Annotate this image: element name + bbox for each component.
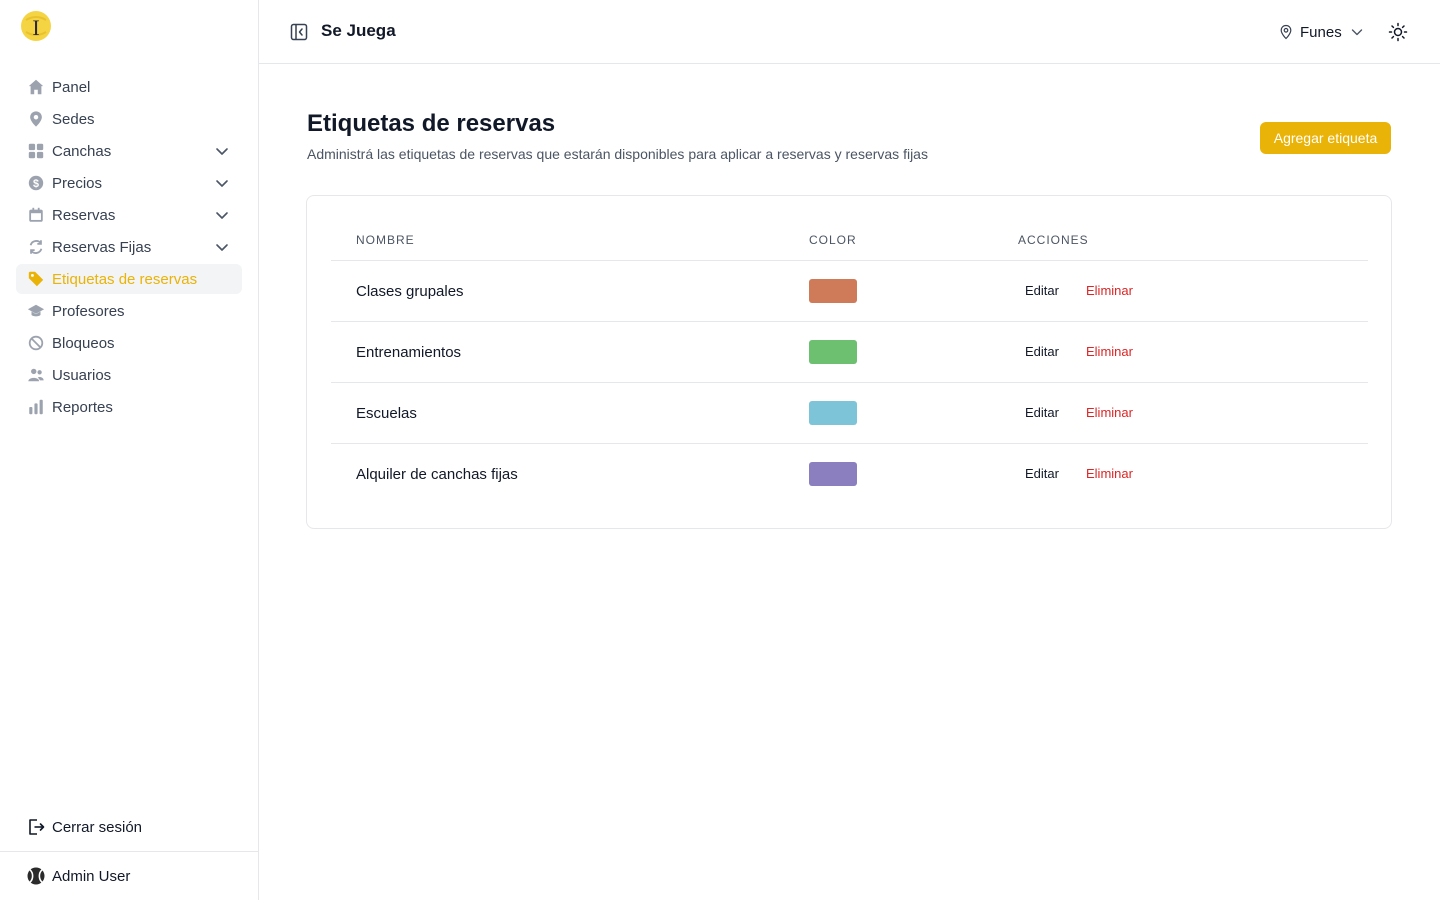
- edit-button[interactable]: Editar: [1025, 466, 1059, 481]
- sidebar-item-label: Profesores: [52, 302, 125, 320]
- color-swatch: [809, 340, 857, 364]
- location-selector[interactable]: Funes: [1278, 21, 1364, 43]
- sidebar-item-label: Reservas Fijas: [52, 238, 152, 256]
- sidebar-item-label: Panel: [52, 78, 91, 96]
- sidebar-item-usuarios[interactable]: Usuarios: [16, 360, 242, 390]
- chevron-down-icon: [1351, 29, 1362, 36]
- chevron-down-icon[interactable]: [214, 207, 230, 223]
- sidebar-item-label: Usuarios: [52, 366, 112, 384]
- tag-icon: [26, 269, 46, 289]
- table-row: Clases grupales Editar Eliminar: [331, 261, 1368, 322]
- page-subtitle: Administrá las etiquetas de reservas que…: [307, 146, 928, 162]
- sidebar-item-reservas[interactable]: Reservas: [16, 200, 242, 230]
- refresh-icon: [26, 237, 46, 257]
- tag-name: Escuelas: [356, 405, 417, 422]
- dollar-icon: $: [26, 173, 46, 193]
- delete-button[interactable]: Eliminar: [1086, 344, 1133, 359]
- app-logo[interactable]: I: [20, 10, 52, 42]
- delete-button[interactable]: Eliminar: [1086, 466, 1133, 481]
- logout-label: Cerrar sesión: [52, 818, 143, 836]
- tag-name: Entrenamientos: [356, 344, 462, 361]
- sidebar-item-canchas[interactable]: Canchas: [16, 136, 242, 166]
- column-header-nombre: NOMBRE: [356, 233, 415, 247]
- sidebar-item-panel[interactable]: Panel: [16, 72, 242, 102]
- sidebar-item-profesores[interactable]: Profesores: [16, 296, 242, 326]
- sidebar-item-precios[interactable]: $ Precios: [16, 168, 242, 198]
- user-profile[interactable]: Admin User: [0, 851, 259, 900]
- academic-cap-icon: [26, 301, 46, 321]
- logout-icon: [26, 817, 46, 837]
- bar-chart-icon: [26, 397, 46, 417]
- sidebar-item-label: Precios: [52, 174, 103, 192]
- color-swatch: [809, 401, 857, 425]
- table-row: Alquiler de canchas fijas Editar Elimina…: [331, 444, 1368, 505]
- location-label: Funes: [1300, 23, 1342, 41]
- sidebar-nav: Panel Sedes Canchas $ Precios Reservas R…: [16, 72, 242, 424]
- chevron-down-icon[interactable]: [214, 143, 230, 159]
- edit-button[interactable]: Editar: [1025, 344, 1059, 359]
- delete-button[interactable]: Eliminar: [1086, 405, 1133, 420]
- app-title: Se Juega: [321, 21, 396, 40]
- sidebar-item-sedes[interactable]: Sedes: [16, 104, 242, 134]
- map-pin-outline-icon: [1280, 24, 1292, 40]
- edit-button[interactable]: Editar: [1025, 283, 1059, 298]
- theme-toggle-sun-icon[interactable]: [1388, 22, 1408, 42]
- column-header-color: COLOR: [809, 233, 857, 247]
- table-row: Entrenamientos Editar Eliminar: [331, 322, 1368, 383]
- users-icon: [26, 365, 46, 385]
- tags-table-card: NOMBRE COLOR ACCIONES Clases grupales Ed…: [306, 195, 1392, 529]
- ban-icon: [26, 333, 46, 353]
- table-row: Escuelas Editar Eliminar: [331, 383, 1368, 444]
- svg-text:$: $: [33, 178, 39, 190]
- page-title: Etiquetas de reservas: [307, 110, 556, 137]
- tag-name: Alquiler de canchas fijas: [356, 466, 518, 483]
- sidebar-item-label: Canchas: [52, 142, 112, 160]
- svg-text:I: I: [32, 15, 39, 40]
- user-name: Admin User: [52, 867, 131, 885]
- sidebar: I Panel Sedes Canchas $ Precios Reservas…: [0, 0, 259, 900]
- add-tag-button[interactable]: Agregar etiqueta: [1260, 122, 1391, 154]
- grid-icon: [26, 141, 46, 161]
- color-swatch: [809, 462, 857, 486]
- tennis-ball-icon: [26, 866, 46, 886]
- sidebar-item-label: Reservas: [52, 206, 116, 224]
- calendar-icon: [26, 205, 46, 225]
- tag-name: Clases grupales: [356, 283, 464, 300]
- top-bar: Se Juega Funes: [259, 0, 1440, 64]
- logout-button[interactable]: Cerrar sesión: [16, 812, 242, 842]
- sidebar-toggle-icon[interactable]: [289, 22, 309, 42]
- home-icon: [26, 77, 46, 97]
- sidebar-item-label: Etiquetas de reservas: [52, 270, 198, 288]
- sidebar-item-reservas-fijas[interactable]: Reservas Fijas: [16, 232, 242, 262]
- sidebar-item-bloqueos[interactable]: Bloqueos: [16, 328, 242, 358]
- color-swatch: [809, 279, 857, 303]
- edit-button[interactable]: Editar: [1025, 405, 1059, 420]
- chevron-down-icon[interactable]: [214, 239, 230, 255]
- map-pin-icon: [26, 109, 46, 129]
- sidebar-item-reportes[interactable]: Reportes: [16, 392, 242, 422]
- sidebar-item-label: Bloqueos: [52, 334, 115, 352]
- delete-button[interactable]: Eliminar: [1086, 283, 1133, 298]
- sidebar-item-etiquetas[interactable]: Etiquetas de reservas: [16, 264, 242, 294]
- sidebar-item-label: Reportes: [52, 398, 113, 416]
- sidebar-item-label: Sedes: [52, 110, 95, 128]
- table-header: NOMBRE COLOR ACCIONES: [331, 220, 1368, 261]
- column-header-acciones: ACCIONES: [1018, 233, 1089, 247]
- chevron-down-icon[interactable]: [214, 175, 230, 191]
